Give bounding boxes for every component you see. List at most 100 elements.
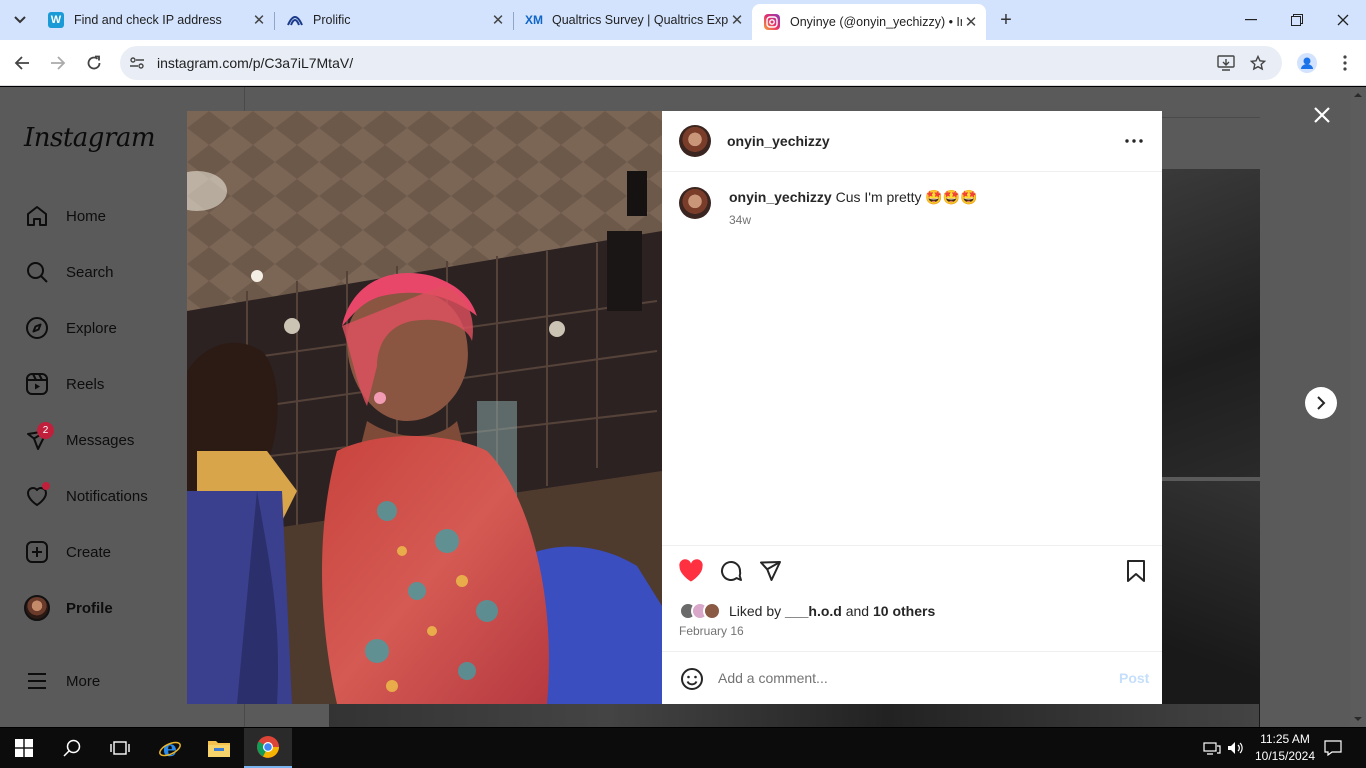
bookmark-star-icon[interactable] [1246,51,1270,75]
new-tab-button[interactable]: + [994,8,1018,32]
instagram-favicon-icon [764,14,780,30]
chrome-icon [257,736,279,758]
nav-label: Search [66,263,114,281]
clock-date: 10/15/2024 [1254,749,1316,763]
next-post-button[interactable] [1305,387,1337,419]
nav-label: More [66,672,101,690]
tab-prolific[interactable]: Prolific ✕ [275,4,513,36]
nav-label: Reels [66,375,105,393]
tab-title: Find and check IP address [74,13,222,27]
volume-icon[interactable] [1226,738,1246,758]
close-tab-icon[interactable]: ✕ [962,13,980,31]
start-button[interactable] [0,728,48,768]
messages-badge: 2 [37,422,54,439]
more-options-icon[interactable] [1120,129,1148,153]
post-comment-button[interactable]: Post [1119,670,1149,686]
close-tab-icon[interactable]: ✕ [250,11,268,29]
notifications-icon[interactable] [1323,738,1343,758]
nav-label: Create [66,543,112,561]
address-bar[interactable]: instagram.com/p/C3a7iL7MtaV/ [120,46,1282,80]
grid-thumbnail[interactable] [1162,481,1260,727]
taskbar-edge[interactable]: e [146,728,194,768]
grid-thumbnail-row[interactable] [329,704,1259,727]
likes-summary: Liked by ___h.o.d and 10 others [679,601,935,621]
forward-button[interactable] [43,48,73,78]
tab-instagram[interactable]: Onyinye (@onyin_yechizzy) • In... ✕ [752,4,986,40]
close-tab-icon[interactable]: ✕ [728,11,746,29]
home-icon [24,203,50,229]
minimize-button[interactable] [1228,0,1274,40]
clock-time: 11:25 AM [1260,732,1310,746]
tab-search-button[interactable] [6,6,34,34]
nav-label: Notifications [66,487,148,505]
reels-icon [24,371,50,397]
nav-label: Profile [66,599,113,617]
emoji-icon[interactable] [679,666,705,692]
liked-by-user[interactable]: ___h.o.d [785,603,842,619]
taskbar-search-button[interactable] [48,728,96,768]
avatar[interactable] [679,187,711,219]
post-image[interactable] [187,111,662,704]
taskbar-chrome[interactable] [244,728,292,768]
search-icon [24,259,50,285]
site-info-icon[interactable] [125,51,149,75]
profile-icon[interactable] [1292,48,1322,78]
comment-bar: Post [662,651,1162,704]
post-date[interactable]: February 16 [679,624,744,638]
liked-by-others[interactable]: 10 others [873,603,935,619]
instagram-logo[interactable]: Instagram [24,123,156,153]
windows-icon [15,739,33,757]
close-window-button[interactable] [1320,0,1366,40]
plus-square-icon [24,539,50,565]
caption-text: Cus I'm pretty 🤩🤩🤩 [835,189,978,205]
qualtrics-xm-icon: XM [525,13,543,27]
reload-button[interactable] [79,48,109,78]
browser-menu-icon[interactable] [1330,48,1360,78]
menu-icon [24,668,50,694]
liked-by-and: and [841,603,873,619]
system-clock[interactable]: 11:25 AM 10/15/2024 [1253,731,1317,765]
comment-button[interactable] [717,557,745,585]
restore-button[interactable] [1274,0,1320,40]
save-button[interactable] [1122,557,1150,585]
nav-label: Home [66,207,107,225]
back-button[interactable] [7,48,37,78]
like-button[interactable] [677,557,705,585]
svg-text:e: e [163,736,177,760]
scrollbar[interactable] [1350,87,1366,727]
tab-strip: W Find and check IP address ✕ Prolific ✕… [0,0,1366,40]
liked-by-prefix: Liked by [729,603,786,619]
internet-explorer-icon: e [159,736,181,760]
post-header: onyin_yechizzy [662,111,1162,172]
install-app-icon[interactable] [1214,51,1238,75]
browser-toolbar: instagram.com/p/C3a7iL7MtaV/ [0,40,1366,86]
post-details-panel: onyin_yechizzy onyin_yechizzy Cus I'm pr… [662,111,1162,704]
network-icon[interactable] [1202,738,1222,758]
post-username[interactable]: onyin_yechizzy [727,133,830,149]
taskbar-file-explorer[interactable] [195,728,243,768]
url-text: instagram.com/p/C3a7iL7MtaV/ [157,55,354,71]
tab-title: Qualtrics Survey | Qualtrics Exp... [552,13,728,27]
avatar [703,602,721,620]
tab-title: Prolific [313,13,351,27]
folder-icon [208,741,230,757]
avatar [24,595,50,621]
avatar[interactable] [679,125,711,157]
tab-qualtrics[interactable]: XM Qualtrics Survey | Qualtrics Exp... ✕ [514,4,752,36]
caption-username[interactable]: onyin_yechizzy [729,189,832,205]
tab-ip-address[interactable]: W Find and check IP address ✕ [36,4,274,36]
send-icon [760,561,781,581]
tab-title: Onyinye (@onyin_yechizzy) • In... [790,15,962,29]
share-button[interactable] [756,557,784,585]
task-view-button[interactable] [96,728,144,768]
close-modal-button[interactable] [1308,101,1336,129]
notification-dot [42,482,50,490]
instagram-page: Instagram Home Search Explore Reels 2 Me… [0,87,1350,727]
heart-icon [24,482,50,509]
comment-input[interactable] [718,664,1098,692]
prolific-icon [287,12,303,28]
grid-thumbnail[interactable] [1162,169,1260,477]
compass-icon [24,315,50,341]
close-tab-icon[interactable]: ✕ [489,11,507,29]
caption-timestamp[interactable]: 34w [729,213,751,227]
